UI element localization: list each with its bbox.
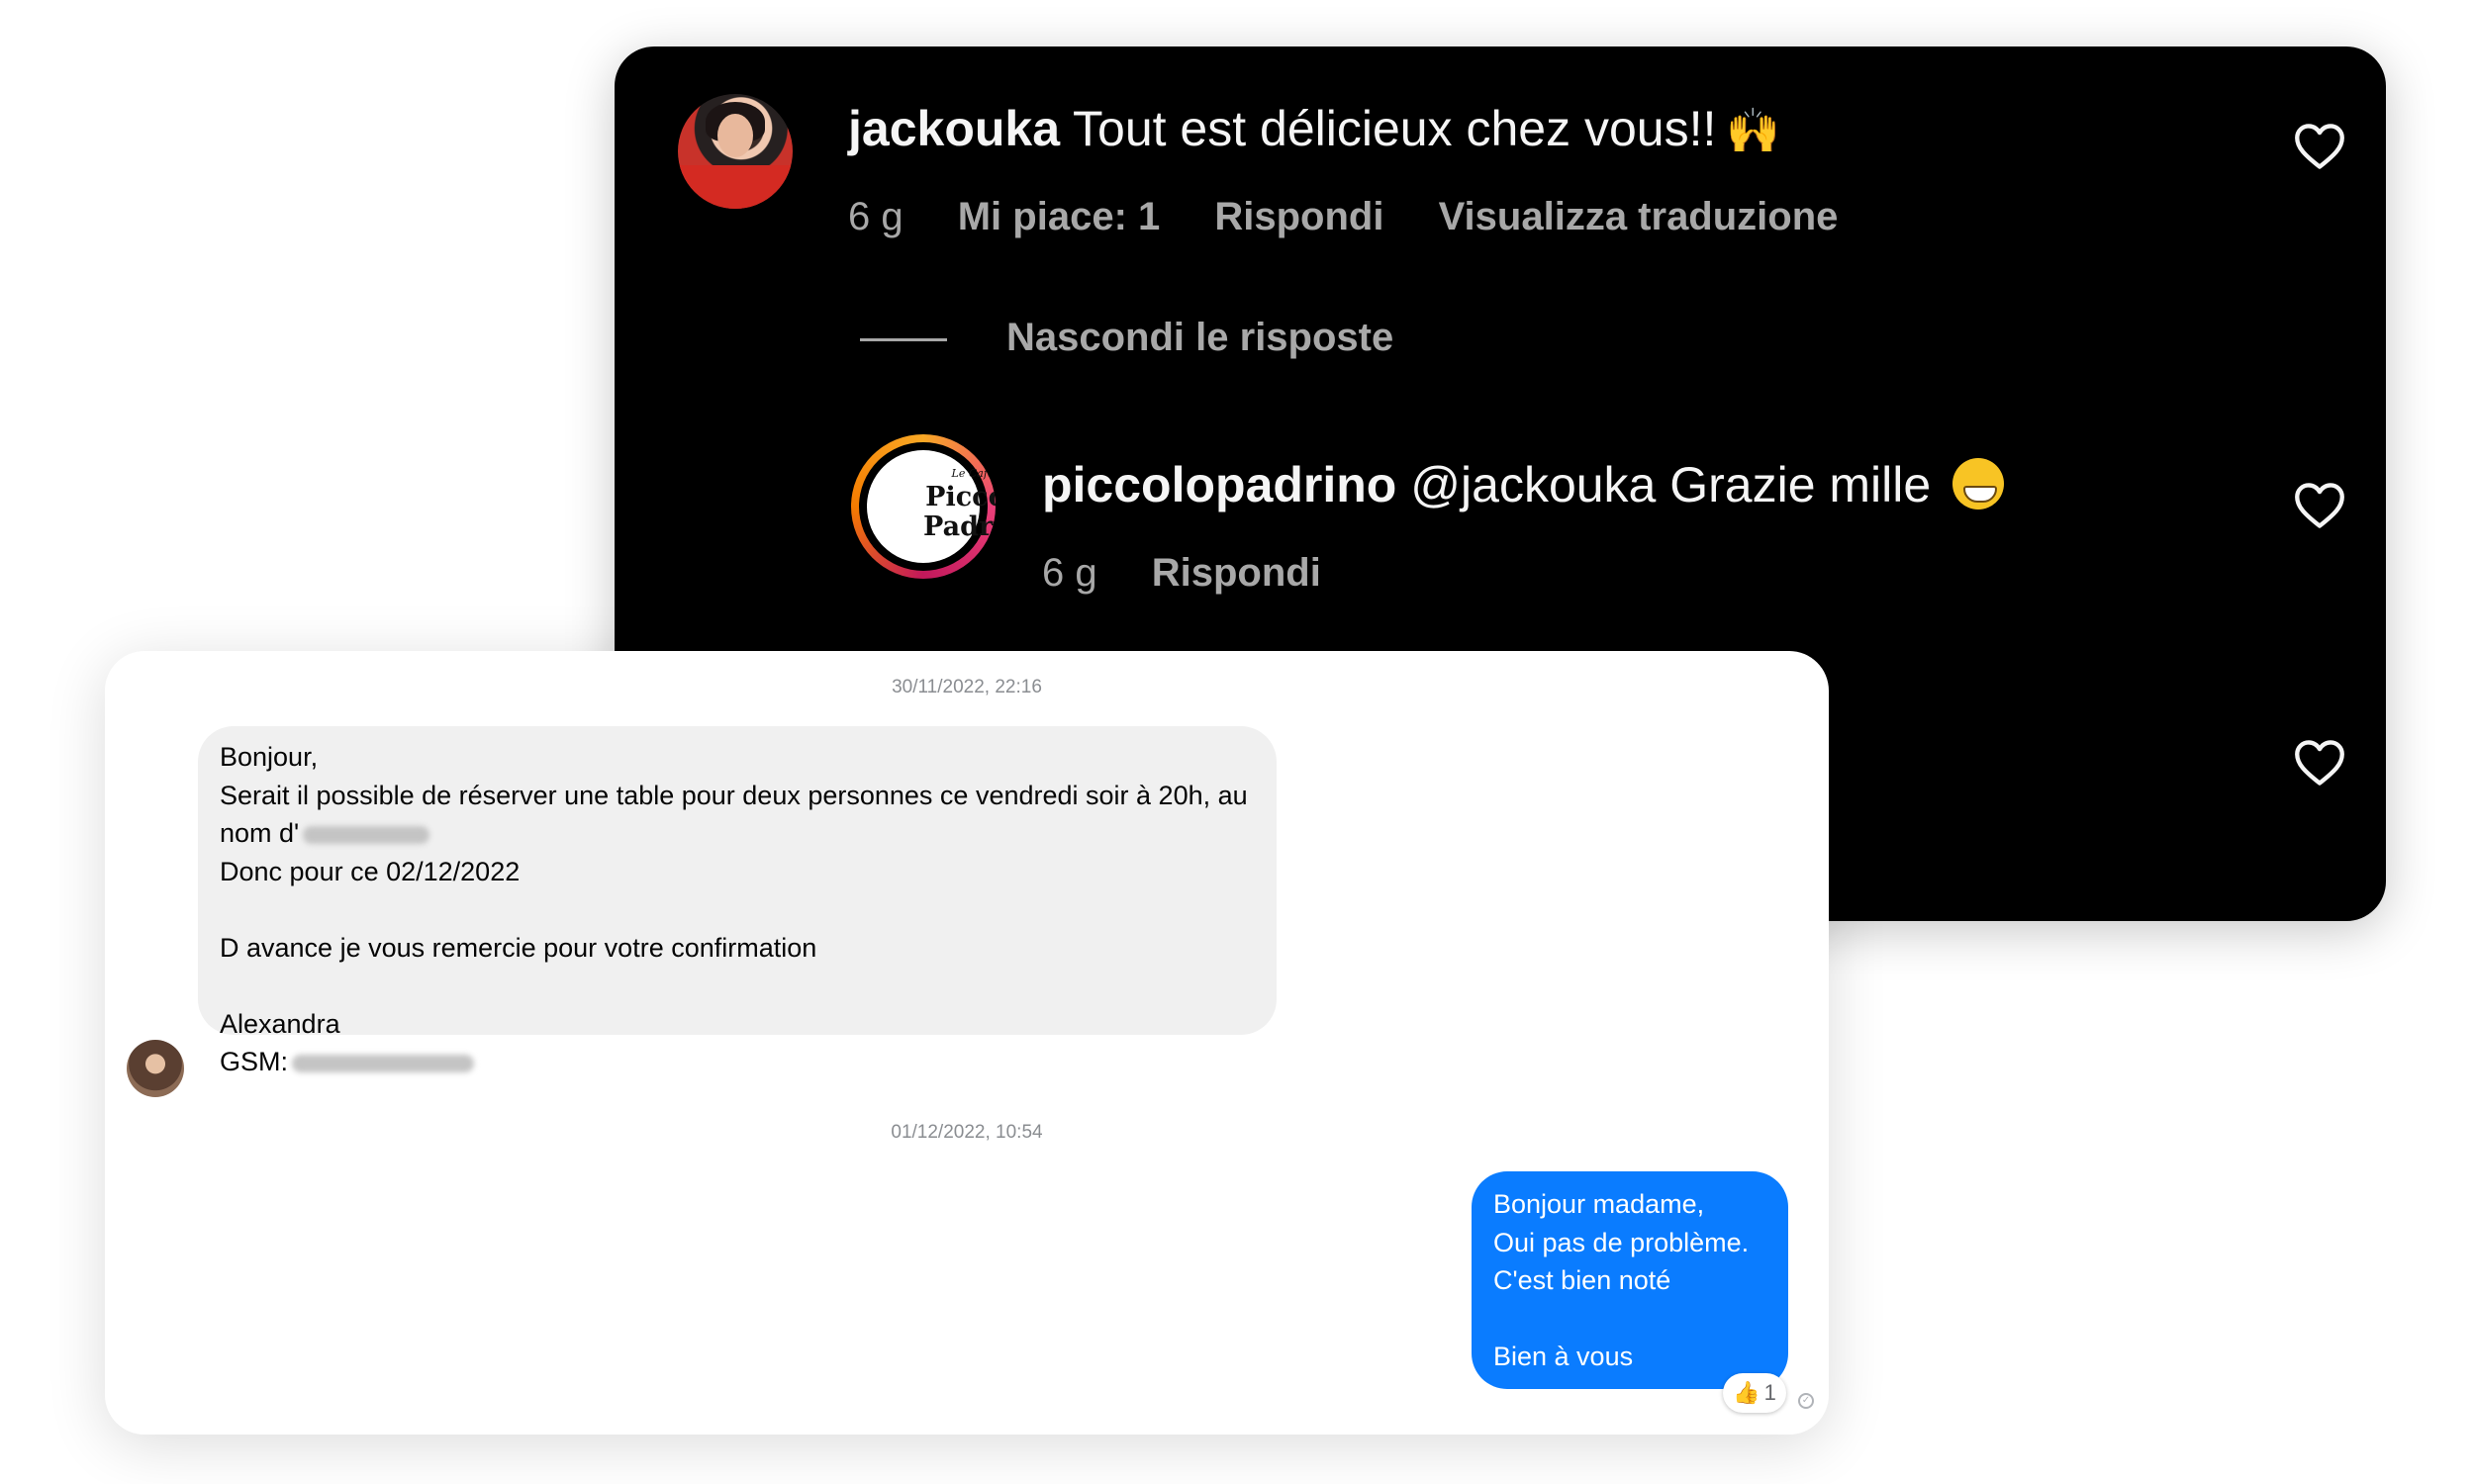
hidden-comment-heart-icon[interactable] — [2294, 739, 2345, 787]
message-line: C'est bien noté — [1493, 1265, 1671, 1295]
messenger-conversation-panel: 30/11/2022, 22:16 Bonjour, Serait il pos… — [105, 651, 1829, 1435]
message-timestamp: 01/12/2022, 10:54 — [891, 1122, 1043, 1143]
redacted-phone-number — [292, 1054, 475, 1072]
reply-piccolopadrino: piccolopadrino @jackouka Grazie mille — [1042, 456, 2005, 513]
view-translation-button[interactable]: Visualizza traduzione — [1439, 195, 1839, 238]
raised-hands-emoji-icon: 🙌 — [1726, 107, 1781, 155]
message-line: Alexandra — [220, 1008, 340, 1039]
message-line: Bien à vous — [1493, 1342, 1634, 1371]
comment-age: 6 g — [848, 195, 904, 238]
hide-replies-button[interactable]: Nascondi le risposte — [860, 316, 1393, 360]
message-line-with-redaction: nom d' — [220, 814, 1255, 853]
outgoing-message-bubble[interactable]: Bonjour madame, Oui pas de problème. C'e… — [1472, 1171, 1788, 1389]
message-line: Serait il possible de réserver une table… — [220, 780, 1248, 810]
thumbs-up-icon: 👍 — [1733, 1380, 1760, 1405]
reply-username[interactable]: piccolopadrino — [1042, 457, 1396, 512]
delivered-check-icon: ✓ — [1798, 1393, 1814, 1409]
replies-divider — [860, 337, 947, 341]
comment-jackouka: jackouka Tout est délicieux chez vous!! 🙌 — [848, 100, 1780, 157]
message-line: D avance je vous remercie pour votre con… — [220, 932, 817, 963]
message-line: Oui pas de problème. — [1493, 1227, 1750, 1257]
piccolopadrino-avatar[interactable]: Le Café di Piccolo Padrino — [851, 434, 996, 579]
reply-age: 6 g — [1042, 551, 1097, 595]
message-timestamp: 30/11/2022, 22:16 — [892, 677, 1042, 697]
piccolo-padrino-logo: Le Café di Piccolo Padrino — [867, 450, 996, 563]
incoming-message-bubble[interactable]: Bonjour, Serait il possible de réserver … — [198, 726, 1277, 1076]
comment-text: Tout est délicieux chez vous!! — [1073, 101, 1717, 156]
comment-likes-button[interactable]: Mi piace: 1 — [958, 195, 1161, 238]
comment-meta-row: 6 g Mi piace: 1 Rispondi Visualizza trad… — [848, 195, 1881, 239]
jackouka-avatar[interactable] — [678, 94, 793, 209]
sender-avatar[interactable] — [127, 1040, 184, 1097]
grinning-face-emoji-icon — [1952, 458, 2005, 510]
reaction-count: 1 — [1763, 1380, 1776, 1405]
message-line-with-redaction: GSM: — [220, 1043, 1255, 1081]
message-line: Donc pour ce 02/12/2022 — [220, 856, 521, 886]
reply-text: @jackouka Grazie mille — [1410, 457, 1932, 512]
message-line: Bonjour, — [220, 742, 319, 772]
thumbs-up-reaction[interactable]: 👍 1 — [1723, 1373, 1786, 1413]
like-heart-icon[interactable] — [2294, 123, 2345, 170]
reply-meta-row: 6 g Rispondi — [1042, 551, 1365, 596]
hide-replies-label: Nascondi le risposte — [1006, 316, 1394, 359]
message-line: Bonjour madame, — [1493, 1189, 1705, 1219]
reply-like-heart-icon[interactable] — [2294, 482, 2345, 529]
reply-reply-button[interactable]: Rispondi — [1152, 551, 1321, 595]
redacted-name — [303, 825, 430, 844]
comment-username[interactable]: jackouka — [848, 101, 1060, 156]
comment-reply-button[interactable]: Rispondi — [1214, 195, 1383, 238]
